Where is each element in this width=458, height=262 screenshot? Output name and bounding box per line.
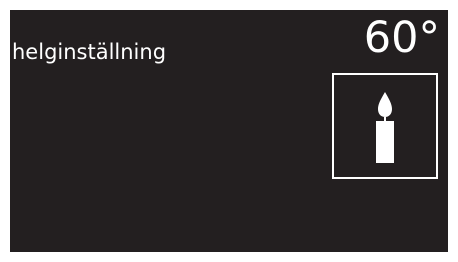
temperature-readout: 60° xyxy=(363,13,440,63)
candle-icon xyxy=(376,92,394,163)
display-screen: helginställning 60° xyxy=(10,10,448,252)
mode-label: helginställning xyxy=(12,40,167,64)
mode-icon-frame[interactable] xyxy=(332,73,438,179)
